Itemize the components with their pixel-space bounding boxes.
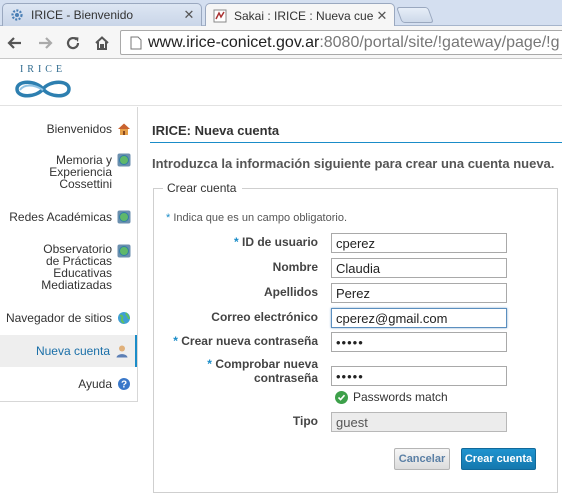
intro-text: Introduzca la información siguiente para… (152, 156, 555, 171)
password-confirm-mask: ••••• (336, 368, 364, 384)
globe-icon (117, 244, 131, 258)
sidebar-item-observatorio[interactable]: Observatorio de Prácticas Educativas Med… (0, 242, 137, 292)
user-id-input[interactable]: cperez (331, 233, 507, 253)
required-star: * (166, 212, 171, 224)
globe-icon (117, 210, 131, 224)
gear-icon (9, 7, 25, 23)
last-name-input[interactable]: Perez (331, 283, 507, 303)
browser-tab-nueva-cuenta[interactable]: Sakai : IRICE : Nueva cuent ✕ (205, 3, 395, 27)
sidebar-item-nueva-cuenta[interactable]: Nueva cuenta (0, 335, 137, 367)
sakai-icon (212, 8, 228, 24)
required-star: * (233, 235, 239, 249)
site-header: IRICE (0, 60, 562, 106)
home-icon (95, 36, 109, 50)
user-id-label-text: ID de usuario (241, 235, 318, 249)
sidebar-item-label: Nueva cuenta (35, 344, 110, 358)
close-icon[interactable]: ✕ (374, 8, 390, 24)
reload-icon (66, 36, 80, 50)
new-tab-button[interactable] (396, 7, 434, 23)
user-id-label: * ID de usuario (200, 235, 318, 249)
required-note: * Indica que es un campo obligatorio. (166, 212, 347, 224)
last-name-label: Apellidos (263, 285, 318, 299)
forward-button[interactable] (34, 32, 56, 54)
address-bar[interactable]: www.irice-conicet.gov.ar:8080/portal/sit… (120, 30, 562, 55)
required-star: * (207, 357, 212, 371)
globe-icon (117, 153, 131, 167)
globe-green-icon (117, 311, 131, 325)
password-input[interactable]: ••••• (331, 332, 507, 352)
irice-logo[interactable]: IRICE (12, 64, 74, 102)
type-input: guest (331, 412, 507, 432)
reload-button[interactable] (62, 32, 84, 54)
url-host: www.irice-conicet.gov.ar (148, 33, 320, 51)
tab-title: Sakai : IRICE : Nueva cuent (234, 8, 374, 23)
first-name-input[interactable]: Claudia (331, 258, 507, 278)
tab-title: IRICE - Bienvenido (31, 8, 134, 22)
password-match-status: Passwords match (335, 390, 448, 404)
cancel-button[interactable]: Cancelar (394, 448, 450, 470)
password-confirm-label-text: Comprobar nueva contraseña (215, 357, 318, 385)
email-label: Correo electrónico (211, 310, 318, 324)
sidebar-item-redes[interactable]: Redes Académicas (0, 207, 137, 227)
password-label-text: Crear nueva contraseña (181, 334, 318, 348)
user-icon (115, 344, 129, 358)
sidebar-item-label: Redes Académicas (9, 210, 112, 224)
password-confirm-input[interactable]: ••••• (331, 366, 507, 386)
checkmark-icon (335, 390, 348, 404)
password-confirm-label: * Comprobar nueva contraseña (200, 357, 318, 385)
sidebar-item-navegador[interactable]: Navegador de sitios (0, 308, 137, 328)
browser-toolbar: www.irice-conicet.gov.ar:8080/portal/sit… (0, 26, 562, 59)
back-button[interactable] (4, 32, 26, 54)
type-label: Tipo (292, 414, 318, 428)
home-button[interactable] (91, 32, 113, 54)
sidebar-item-bienvenidos[interactable]: Bienvenidos (0, 119, 137, 139)
fieldset-legend: Crear cuenta (163, 181, 243, 195)
browser-tab-bienvenido[interactable]: IRICE - Bienvenido ✕ (2, 3, 202, 26)
sidebar-item-label: Navegador de sitios (5, 311, 112, 325)
required-star: * (173, 334, 178, 348)
sidebar-item-label: Memoria y Experiencia Cossettini (49, 153, 112, 191)
password-mask: ••••• (336, 334, 364, 350)
sidebar-item-memoria[interactable]: Memoria y Experiencia Cossettini (0, 151, 137, 193)
sidebar-item-label: Ayuda (78, 377, 112, 391)
password-match-text: Passwords match (353, 390, 448, 404)
create-account-button[interactable]: Crear cuenta (461, 448, 536, 470)
sidebar-item-label: Bienvenidos (46, 122, 112, 136)
browser-tab-bar: IRICE - Bienvenido ✕ Sakai : IRICE : Nue… (0, 0, 562, 27)
email-input[interactable]: cperez@gmail.com (331, 308, 507, 328)
logo-text: IRICE (19, 64, 67, 75)
sidebar: Bienvenidos Memoria y Experiencia Cosset… (0, 107, 138, 402)
required-note-text: Indica que es un campo obligatorio. (173, 212, 348, 224)
first-name-label: Nombre (272, 260, 318, 274)
sidebar-item-ayuda[interactable]: Ayuda ? (0, 374, 137, 394)
arrow-left-icon (7, 37, 21, 49)
help-icon: ? (117, 377, 131, 391)
sidebar-item-label: Observatorio de Prácticas Educativas Med… (41, 242, 112, 292)
page-title: IRICE: Nueva cuenta (152, 123, 280, 138)
close-icon[interactable]: ✕ (181, 7, 197, 23)
url-path: :8080/portal/site/!gateway/page/!g (319, 33, 560, 51)
title-divider (150, 142, 562, 143)
home-icon (117, 122, 131, 136)
password-label: * Crear nueva contraseña (170, 334, 318, 348)
arrow-right-icon (39, 37, 53, 49)
svg-text:?: ? (121, 380, 127, 391)
page-icon (126, 36, 146, 50)
infinity-logo-icon (15, 80, 71, 98)
